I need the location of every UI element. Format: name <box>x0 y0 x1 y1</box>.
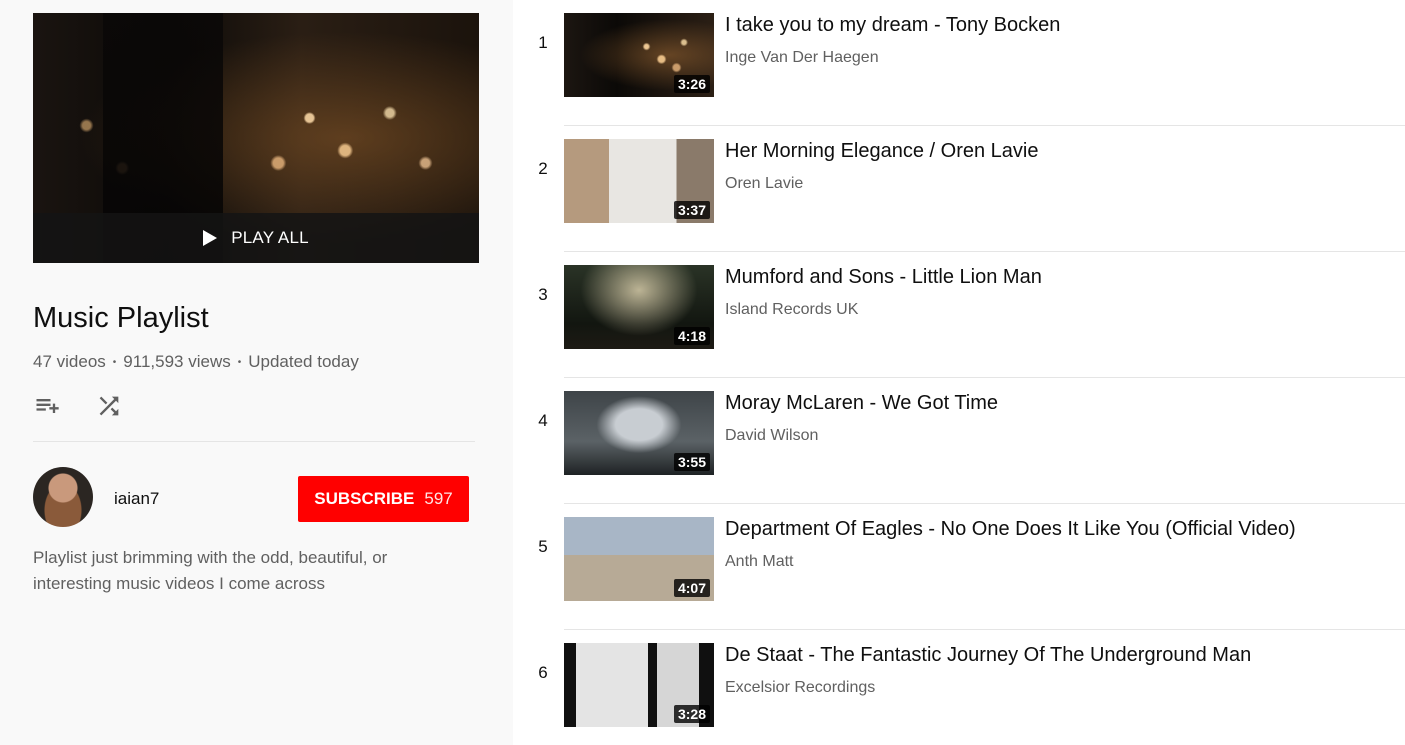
playlist-stats: 47 videos • 911,593 views • Updated toda… <box>33 352 359 372</box>
playlist-title: Music Playlist <box>33 302 209 334</box>
playlist-add-icon[interactable] <box>33 392 61 420</box>
video-channel[interactable]: Oren Lavie <box>725 175 803 193</box>
video-thumbnail[interactable]: 3:55 <box>564 391 714 475</box>
video-thumbnail[interactable]: 3:26 <box>564 13 714 97</box>
video-channel[interactable]: Excelsior Recordings <box>725 679 875 697</box>
list-item[interactable]: 2 3:37 Her Morning Elegance / Oren Lavie… <box>513 126 1405 252</box>
subscribe-label: SUBSCRIBE <box>314 489 415 508</box>
video-thumbnail[interactable]: 4:07 <box>564 517 714 601</box>
separator-dot: • <box>237 356 242 368</box>
shuffle-icon[interactable] <box>95 392 123 420</box>
divider <box>33 441 475 442</box>
subscriber-count: 597 <box>424 489 453 508</box>
video-index: 4 <box>538 411 548 430</box>
play-all-label: PLAY ALL <box>231 228 309 247</box>
video-channel[interactable]: Anth Matt <box>725 553 793 571</box>
video-title[interactable]: De Staat - The Fantastic Journey Of The … <box>725 644 1251 667</box>
video-index: 6 <box>538 663 548 682</box>
updated-label: Updated today <box>248 352 359 371</box>
list-item[interactable]: 3 4:18 Mumford and Sons - Little Lion Ma… <box>513 252 1405 378</box>
play-icon <box>203 230 218 246</box>
video-duration: 4:07 <box>673 579 710 597</box>
video-index: 5 <box>538 537 548 556</box>
list-item[interactable]: 5 4:07 Department Of Eagles - No One Doe… <box>513 504 1405 630</box>
video-title[interactable]: Moray McLaren - We Got Time <box>725 392 998 415</box>
video-thumbnail[interactable]: 4:18 <box>564 265 714 349</box>
subscribe-button[interactable]: SUBSCRIBE 597 <box>298 476 469 522</box>
video-title[interactable]: I take you to my dream - Tony Bocken <box>725 14 1060 37</box>
video-index: 1 <box>538 33 548 52</box>
video-duration: 3:28 <box>673 705 710 723</box>
video-thumbnail[interactable]: 3:28 <box>564 643 714 727</box>
video-title[interactable]: Her Morning Elegance / Oren Lavie <box>725 140 1039 163</box>
playlist-description: Playlist just brimming with the odd, bea… <box>33 548 388 593</box>
separator-dot: • <box>112 356 117 368</box>
video-count: 47 videos <box>33 352 106 371</box>
playlist-owner: iaian7 SUBSCRIBE 597 <box>33 467 473 527</box>
video-channel[interactable]: Inge Van Der Haegen <box>725 49 879 67</box>
video-channel[interactable]: Island Records UK <box>725 301 858 319</box>
playlist-sidebar: PLAY ALL Music Playlist 47 videos • 911,… <box>0 0 513 745</box>
view-count: 911,593 views <box>123 352 231 371</box>
owner-name[interactable]: iaian7 <box>114 489 159 509</box>
video-duration: 3:55 <box>673 453 710 471</box>
video-title[interactable]: Mumford and Sons - Little Lion Man <box>725 266 1042 289</box>
video-duration: 4:18 <box>673 327 710 345</box>
video-channel[interactable]: David Wilson <box>725 427 818 445</box>
list-item[interactable]: 1 3:26 I take you to my dream - Tony Boc… <box>513 0 1405 126</box>
video-index: 2 <box>538 159 548 178</box>
list-item[interactable]: 6 3:28 De Staat - The Fantastic Journey … <box>513 630 1405 745</box>
video-duration: 3:37 <box>673 201 710 219</box>
video-title[interactable]: Department Of Eagles - No One Does It Li… <box>725 518 1296 541</box>
playlist-actions <box>33 392 123 420</box>
video-duration: 3:26 <box>673 75 710 93</box>
play-all-button[interactable]: PLAY ALL <box>33 213 479 263</box>
list-item[interactable]: 4 3:55 Moray McLaren - We Got Time David… <box>513 378 1405 504</box>
avatar[interactable] <box>33 467 93 527</box>
video-thumbnail[interactable]: 3:37 <box>564 139 714 223</box>
playlist-hero-thumbnail[interactable]: PLAY ALL <box>33 13 479 263</box>
video-index: 3 <box>538 285 548 304</box>
playlist-video-list: 1 3:26 I take you to my dream - Tony Boc… <box>513 0 1405 745</box>
